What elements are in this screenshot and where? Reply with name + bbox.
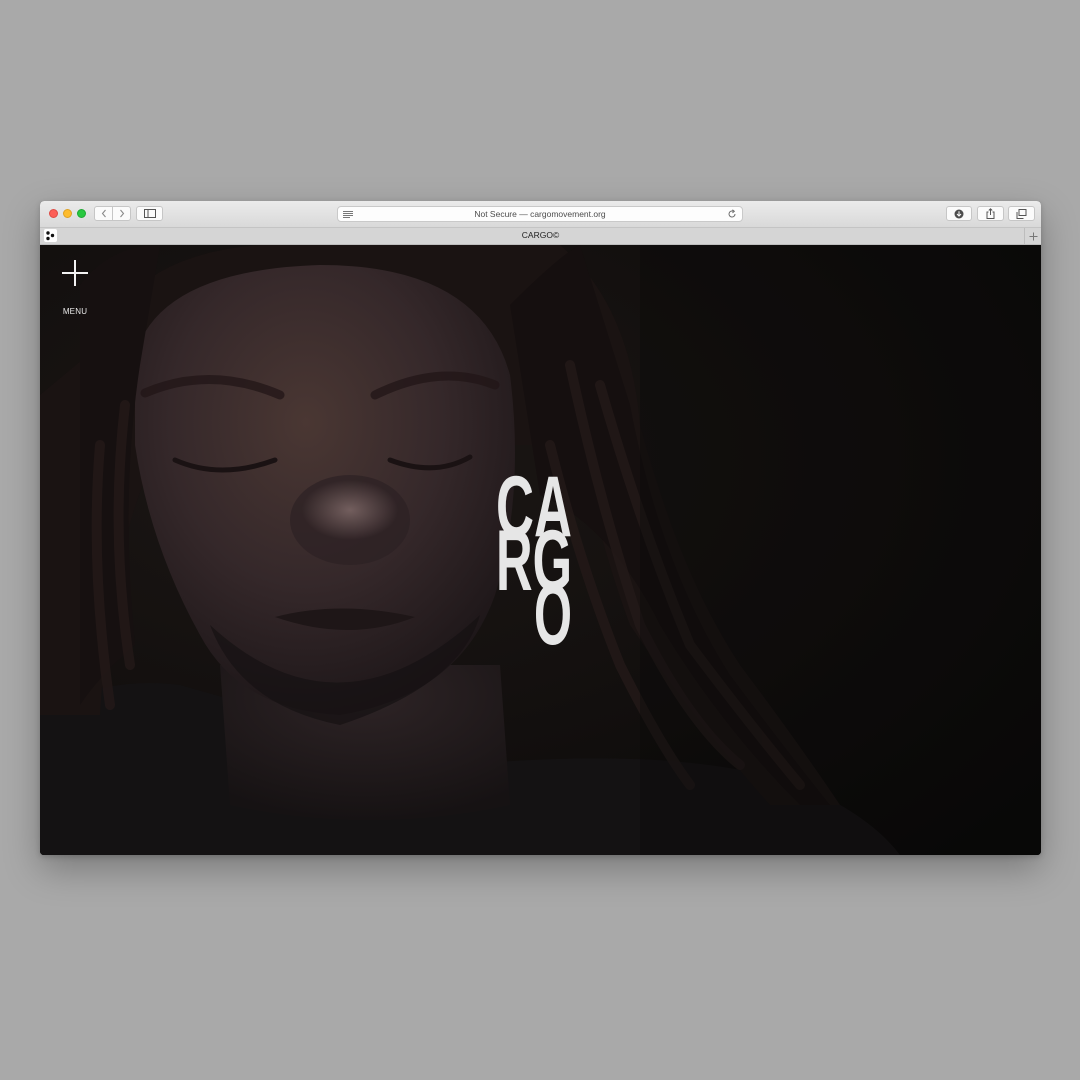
sidebar-icon — [143, 209, 156, 218]
menu-button[interactable]: MENU — [54, 255, 96, 319]
plus-icon — [62, 260, 88, 286]
share-button[interactable] — [977, 206, 1004, 221]
plus-icon — [1029, 232, 1037, 240]
new-tab-button[interactable] — [1024, 228, 1041, 244]
tab-bar: CARGO© — [40, 228, 1041, 245]
sidebar-toggle-button[interactable] — [136, 206, 163, 221]
address-bar[interactable]: Not Secure — cargomovement.org — [337, 206, 743, 222]
close-window-button[interactable] — [49, 209, 58, 218]
navigation-buttons — [94, 206, 131, 221]
forward-button[interactable] — [112, 207, 130, 220]
minimize-window-button[interactable] — [63, 209, 72, 218]
share-icon — [986, 208, 995, 219]
tabs-overview-icon — [1016, 208, 1027, 219]
maximize-window-button[interactable] — [77, 209, 86, 218]
download-icon — [954, 209, 964, 218]
reload-icon[interactable] — [727, 209, 737, 219]
cargo-logo[interactable]: CA RG O — [496, 464, 574, 648]
window-controls — [49, 209, 86, 218]
browser-window: Not Secure — cargomovement.org CARGO© ME… — [40, 201, 1041, 855]
browser-toolbar: Not Secure — cargomovement.org — [40, 201, 1041, 228]
page-content: MENU CA RG O — [40, 245, 1041, 855]
address-text: Not Secure — cargomovement.org — [474, 209, 606, 219]
menu-label: MENU — [62, 307, 88, 316]
downloads-button[interactable] — [946, 206, 972, 221]
chevron-left-icon — [101, 209, 106, 218]
chevron-right-icon — [119, 209, 124, 218]
show-tabs-button[interactable] — [1008, 206, 1035, 221]
tab-active[interactable]: CARGO© — [40, 230, 1041, 240]
back-button[interactable] — [95, 207, 112, 220]
logo-line-3: O — [534, 567, 572, 648]
